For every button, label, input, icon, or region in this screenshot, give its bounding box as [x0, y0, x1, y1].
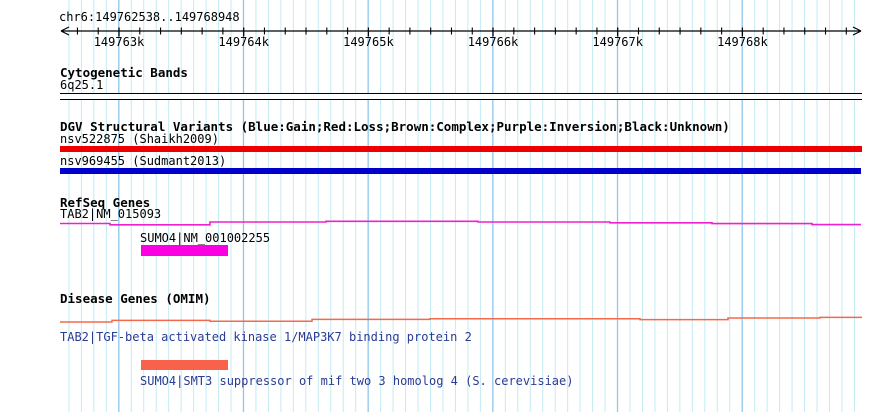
tick-label: 149764k — [218, 35, 269, 49]
variant-label-nsv969455[interactable]: nsv969455 (Sudmant2013) — [60, 155, 226, 168]
variant-label-nsv522875[interactable]: nsv522875 (Shaikh2009) — [60, 133, 219, 146]
gene-box-sumo4-omim[interactable] — [141, 360, 228, 370]
tick-label: 149766k — [467, 35, 519, 49]
variant-bar-nsv522875[interactable] — [60, 146, 862, 152]
gene-box-sumo4-nm001002255[interactable] — [141, 245, 228, 256]
gene-model-line[interactable] — [60, 220, 861, 226]
variant-bar-nsv969455[interactable] — [60, 168, 861, 174]
tick-label: 149765k — [343, 35, 394, 49]
section-title-disease-genes-omim: Disease Genes (OMIM) — [60, 291, 211, 306]
tick-label: 149767k — [592, 35, 643, 49]
cytoband-label[interactable]: 6q25.1 — [60, 79, 103, 92]
region-label: chr6:149762538..149768948 — [59, 10, 240, 24]
gene-label-sumo4-nm001002255[interactable]: SUMO4|NM_001002255 — [140, 232, 270, 245]
gene-label-tab2-nm015093[interactable]: TAB2|NM_015093 — [60, 208, 161, 221]
gene-label-tab2-omim[interactable]: TAB2|TGF-beta activated kinase 1/MAP3K7 … — [60, 331, 472, 344]
genome-browser: chr6:149762538..149768948 Cytogenetic Ba… — [0, 0, 890, 412]
tick-label: 149763k — [93, 35, 145, 49]
gene-label-sumo4-omim[interactable]: SUMO4|SMT3 suppressor of mif two 3 homol… — [140, 375, 573, 388]
cytoband-rect[interactable] — [60, 93, 862, 100]
tick-label: 149768k — [717, 35, 768, 49]
